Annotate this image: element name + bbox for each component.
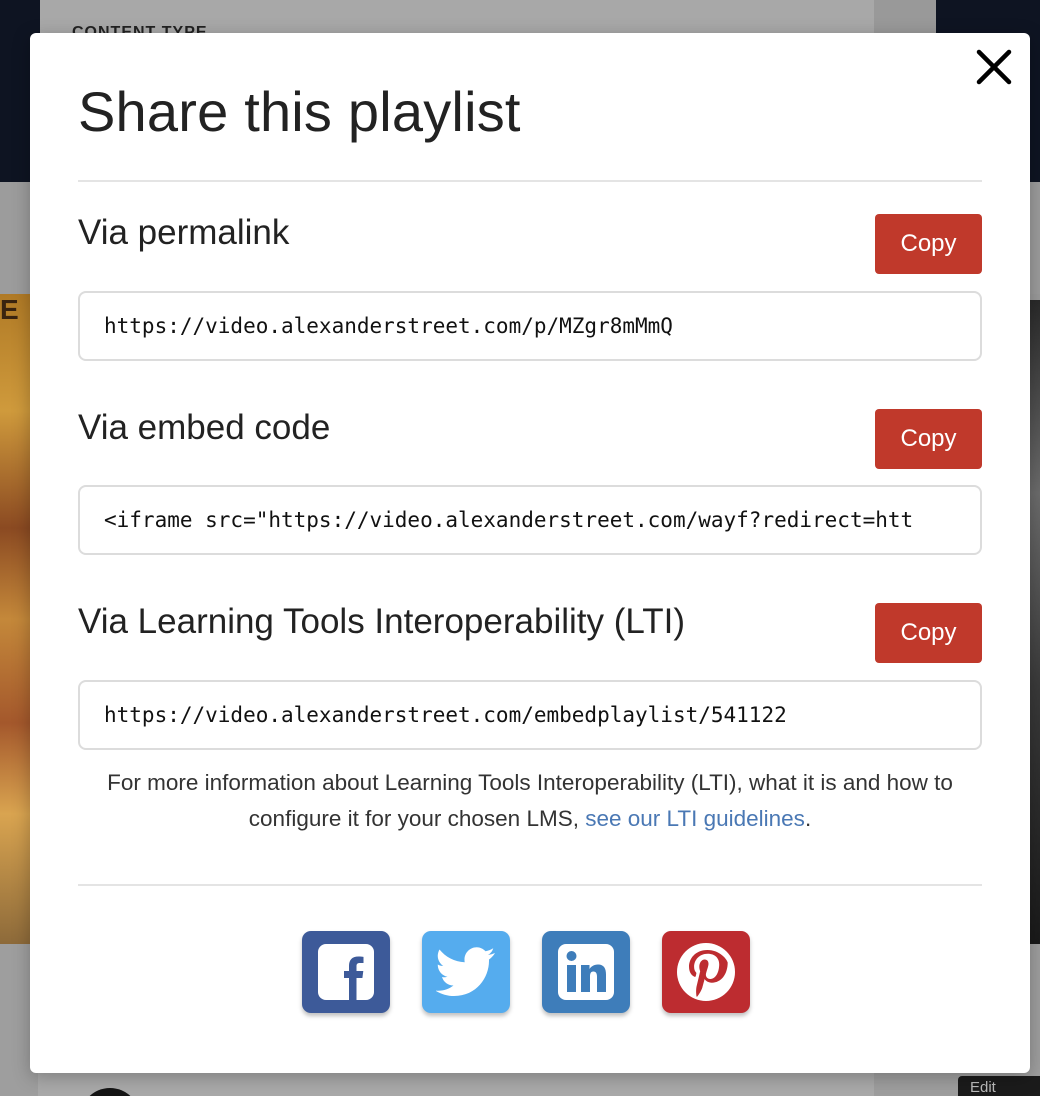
embed-code-field[interactable]: [78, 485, 982, 555]
social-share-row: [302, 931, 750, 1013]
background-edit-badge: Edit: [958, 1076, 1040, 1096]
facebook-icon: [318, 944, 374, 1000]
twitter-share-button[interactable]: [422, 931, 510, 1013]
pinterest-share-button[interactable]: [662, 931, 750, 1013]
lti-info-end: .: [804, 806, 812, 831]
copy-permalink-button[interactable]: Copy: [875, 214, 982, 274]
lti-field[interactable]: [78, 680, 982, 750]
lti-heading: Via Learning Tools Interoperability (LTI…: [78, 602, 685, 641]
close-icon: [976, 49, 1012, 85]
close-button[interactable]: [972, 45, 1016, 89]
lti-guidelines-link[interactable]: see our LTI guidelines: [585, 806, 805, 831]
facebook-share-button[interactable]: [302, 931, 390, 1013]
background-poster-right: [1030, 300, 1040, 944]
lti-info-body: For more information about Learning Tool…: [107, 770, 953, 831]
copy-lti-button[interactable]: Copy: [875, 603, 982, 663]
permalink-field[interactable]: [78, 291, 982, 361]
permalink-heading: Via permalink: [78, 213, 290, 252]
share-playlist-modal: Share this playlist Via permalink Copy V…: [30, 33, 1030, 1073]
background-poster-left: E: [0, 294, 30, 944]
twitter-icon: [436, 947, 495, 996]
linkedin-icon: [558, 944, 614, 1000]
footer-divider: [78, 884, 982, 886]
page: CONTENT TYPE E Edit Share this playlist …: [0, 0, 1040, 1096]
lti-info-text: For more information about Learning Tool…: [78, 765, 982, 837]
embed-code-heading: Via embed code: [78, 408, 331, 447]
copy-embed-code-button[interactable]: Copy: [875, 409, 982, 469]
linkedin-share-button[interactable]: [542, 931, 630, 1013]
modal-title: Share this playlist: [78, 80, 521, 143]
background-poster-letter: E: [0, 294, 19, 325]
header-divider: [78, 180, 982, 182]
pinterest-icon: [677, 943, 735, 1001]
